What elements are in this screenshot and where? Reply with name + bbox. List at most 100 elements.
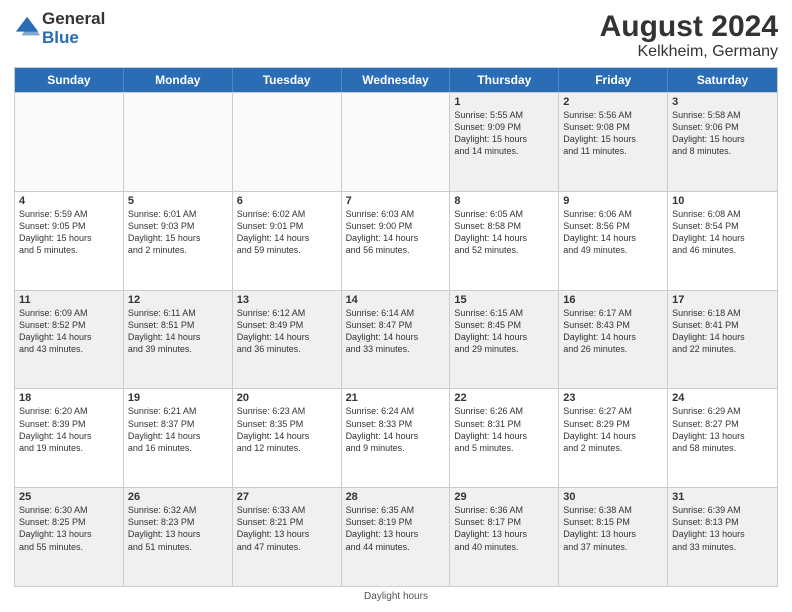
day-info: Sunrise: 6:23 AM Sunset: 8:35 PM Dayligh… (237, 405, 337, 454)
cal-header-tuesday: Tuesday (233, 68, 342, 92)
cal-cell-20: 20Sunrise: 6:23 AM Sunset: 8:35 PM Dayli… (233, 389, 342, 487)
cal-cell-empty-3 (342, 93, 451, 191)
day-info: Sunrise: 6:03 AM Sunset: 9:00 PM Dayligh… (346, 208, 446, 257)
subtitle: Kelkheim, Germany (600, 43, 778, 61)
day-info: Sunrise: 6:32 AM Sunset: 8:23 PM Dayligh… (128, 504, 228, 553)
cal-header-monday: Monday (124, 68, 233, 92)
day-info: Sunrise: 6:17 AM Sunset: 8:43 PM Dayligh… (563, 307, 663, 356)
day-info: Sunrise: 6:26 AM Sunset: 8:31 PM Dayligh… (454, 405, 554, 454)
cal-header-wednesday: Wednesday (342, 68, 451, 92)
day-number: 21 (346, 392, 446, 404)
day-info: Sunrise: 6:30 AM Sunset: 8:25 PM Dayligh… (19, 504, 119, 553)
day-number: 13 (237, 294, 337, 306)
day-number: 16 (563, 294, 663, 306)
cal-cell-3: 3Sunrise: 5:58 AM Sunset: 9:06 PM Daylig… (668, 93, 777, 191)
cal-week-5: 25Sunrise: 6:30 AM Sunset: 8:25 PM Dayli… (15, 487, 777, 586)
day-number: 6 (237, 195, 337, 207)
cal-cell-11: 11Sunrise: 6:09 AM Sunset: 8:52 PM Dayli… (15, 291, 124, 389)
cal-week-1: 1Sunrise: 5:55 AM Sunset: 9:09 PM Daylig… (15, 92, 777, 191)
day-number: 27 (237, 491, 337, 503)
day-number: 29 (454, 491, 554, 503)
cal-cell-24: 24Sunrise: 6:29 AM Sunset: 8:27 PM Dayli… (668, 389, 777, 487)
day-number: 14 (346, 294, 446, 306)
cal-cell-empty-0 (15, 93, 124, 191)
cal-cell-empty-1 (124, 93, 233, 191)
cal-header-saturday: Saturday (668, 68, 777, 92)
title-block: August 2024 Kelkheim, Germany (600, 10, 778, 61)
cal-cell-29: 29Sunrise: 6:36 AM Sunset: 8:17 PM Dayli… (450, 488, 559, 586)
cal-cell-6: 6Sunrise: 6:02 AM Sunset: 9:01 PM Daylig… (233, 192, 342, 290)
day-info: Sunrise: 6:29 AM Sunset: 8:27 PM Dayligh… (672, 405, 773, 454)
day-number: 17 (672, 294, 773, 306)
cal-week-3: 11Sunrise: 6:09 AM Sunset: 8:52 PM Dayli… (15, 290, 777, 389)
day-info: Sunrise: 5:56 AM Sunset: 9:08 PM Dayligh… (563, 109, 663, 158)
cal-cell-22: 22Sunrise: 6:26 AM Sunset: 8:31 PM Dayli… (450, 389, 559, 487)
day-info: Sunrise: 5:58 AM Sunset: 9:06 PM Dayligh… (672, 109, 773, 158)
day-info: Sunrise: 6:11 AM Sunset: 8:51 PM Dayligh… (128, 307, 228, 356)
cal-cell-31: 31Sunrise: 6:39 AM Sunset: 8:13 PM Dayli… (668, 488, 777, 586)
cal-header-friday: Friday (559, 68, 668, 92)
day-number: 23 (563, 392, 663, 404)
day-info: Sunrise: 6:18 AM Sunset: 8:41 PM Dayligh… (672, 307, 773, 356)
day-info: Sunrise: 5:55 AM Sunset: 9:09 PM Dayligh… (454, 109, 554, 158)
day-info: Sunrise: 6:14 AM Sunset: 8:47 PM Dayligh… (346, 307, 446, 356)
day-info: Sunrise: 6:36 AM Sunset: 8:17 PM Dayligh… (454, 504, 554, 553)
day-info: Sunrise: 6:27 AM Sunset: 8:29 PM Dayligh… (563, 405, 663, 454)
cal-header-sunday: Sunday (15, 68, 124, 92)
day-number: 2 (563, 96, 663, 108)
header: General Blue August 2024 Kelkheim, Germa… (14, 10, 778, 61)
day-info: Sunrise: 6:08 AM Sunset: 8:54 PM Dayligh… (672, 208, 773, 257)
day-info: Sunrise: 6:09 AM Sunset: 8:52 PM Dayligh… (19, 307, 119, 356)
calendar-header-row: SundayMondayTuesdayWednesdayThursdayFrid… (15, 68, 777, 92)
cal-cell-23: 23Sunrise: 6:27 AM Sunset: 8:29 PM Dayli… (559, 389, 668, 487)
cal-cell-9: 9Sunrise: 6:06 AM Sunset: 8:56 PM Daylig… (559, 192, 668, 290)
logo-text: General Blue (42, 10, 105, 47)
day-info: Sunrise: 5:59 AM Sunset: 9:05 PM Dayligh… (19, 208, 119, 257)
day-number: 19 (128, 392, 228, 404)
cal-cell-7: 7Sunrise: 6:03 AM Sunset: 9:00 PM Daylig… (342, 192, 451, 290)
cal-header-thursday: Thursday (450, 68, 559, 92)
cal-cell-8: 8Sunrise: 6:05 AM Sunset: 8:58 PM Daylig… (450, 192, 559, 290)
page: General Blue August 2024 Kelkheim, Germa… (0, 0, 792, 612)
day-info: Sunrise: 6:33 AM Sunset: 8:21 PM Dayligh… (237, 504, 337, 553)
cal-cell-13: 13Sunrise: 6:12 AM Sunset: 8:49 PM Dayli… (233, 291, 342, 389)
cal-cell-30: 30Sunrise: 6:38 AM Sunset: 8:15 PM Dayli… (559, 488, 668, 586)
cal-cell-14: 14Sunrise: 6:14 AM Sunset: 8:47 PM Dayli… (342, 291, 451, 389)
cal-cell-4: 4Sunrise: 5:59 AM Sunset: 9:05 PM Daylig… (15, 192, 124, 290)
day-number: 9 (563, 195, 663, 207)
cal-cell-17: 17Sunrise: 6:18 AM Sunset: 8:41 PM Dayli… (668, 291, 777, 389)
logo-blue-text: Blue (42, 29, 105, 48)
day-number: 5 (128, 195, 228, 207)
day-info: Sunrise: 6:06 AM Sunset: 8:56 PM Dayligh… (563, 208, 663, 257)
day-number: 22 (454, 392, 554, 404)
cal-cell-28: 28Sunrise: 6:35 AM Sunset: 8:19 PM Dayli… (342, 488, 451, 586)
cal-cell-21: 21Sunrise: 6:24 AM Sunset: 8:33 PM Dayli… (342, 389, 451, 487)
cal-cell-10: 10Sunrise: 6:08 AM Sunset: 8:54 PM Dayli… (668, 192, 777, 290)
day-number: 10 (672, 195, 773, 207)
day-number: 12 (128, 294, 228, 306)
logo-general-text: General (42, 10, 105, 29)
cal-cell-5: 5Sunrise: 6:01 AM Sunset: 9:03 PM Daylig… (124, 192, 233, 290)
day-info: Sunrise: 6:21 AM Sunset: 8:37 PM Dayligh… (128, 405, 228, 454)
cal-week-4: 18Sunrise: 6:20 AM Sunset: 8:39 PM Dayli… (15, 388, 777, 487)
day-info: Sunrise: 6:01 AM Sunset: 9:03 PM Dayligh… (128, 208, 228, 257)
cal-cell-15: 15Sunrise: 6:15 AM Sunset: 8:45 PM Dayli… (450, 291, 559, 389)
day-info: Sunrise: 6:35 AM Sunset: 8:19 PM Dayligh… (346, 504, 446, 553)
cal-cell-19: 19Sunrise: 6:21 AM Sunset: 8:37 PM Dayli… (124, 389, 233, 487)
day-info: Sunrise: 6:12 AM Sunset: 8:49 PM Dayligh… (237, 307, 337, 356)
day-info: Sunrise: 6:24 AM Sunset: 8:33 PM Dayligh… (346, 405, 446, 454)
day-number: 18 (19, 392, 119, 404)
day-number: 15 (454, 294, 554, 306)
day-number: 25 (19, 491, 119, 503)
cal-cell-empty-2 (233, 93, 342, 191)
day-info: Sunrise: 6:20 AM Sunset: 8:39 PM Dayligh… (19, 405, 119, 454)
logo-icon (14, 13, 42, 41)
day-info: Sunrise: 6:39 AM Sunset: 8:13 PM Dayligh… (672, 504, 773, 553)
cal-cell-2: 2Sunrise: 5:56 AM Sunset: 9:08 PM Daylig… (559, 93, 668, 191)
day-info: Sunrise: 6:15 AM Sunset: 8:45 PM Dayligh… (454, 307, 554, 356)
cal-cell-27: 27Sunrise: 6:33 AM Sunset: 8:21 PM Dayli… (233, 488, 342, 586)
cal-week-2: 4Sunrise: 5:59 AM Sunset: 9:05 PM Daylig… (15, 191, 777, 290)
day-number: 11 (19, 294, 119, 306)
day-number: 3 (672, 96, 773, 108)
day-number: 4 (19, 195, 119, 207)
